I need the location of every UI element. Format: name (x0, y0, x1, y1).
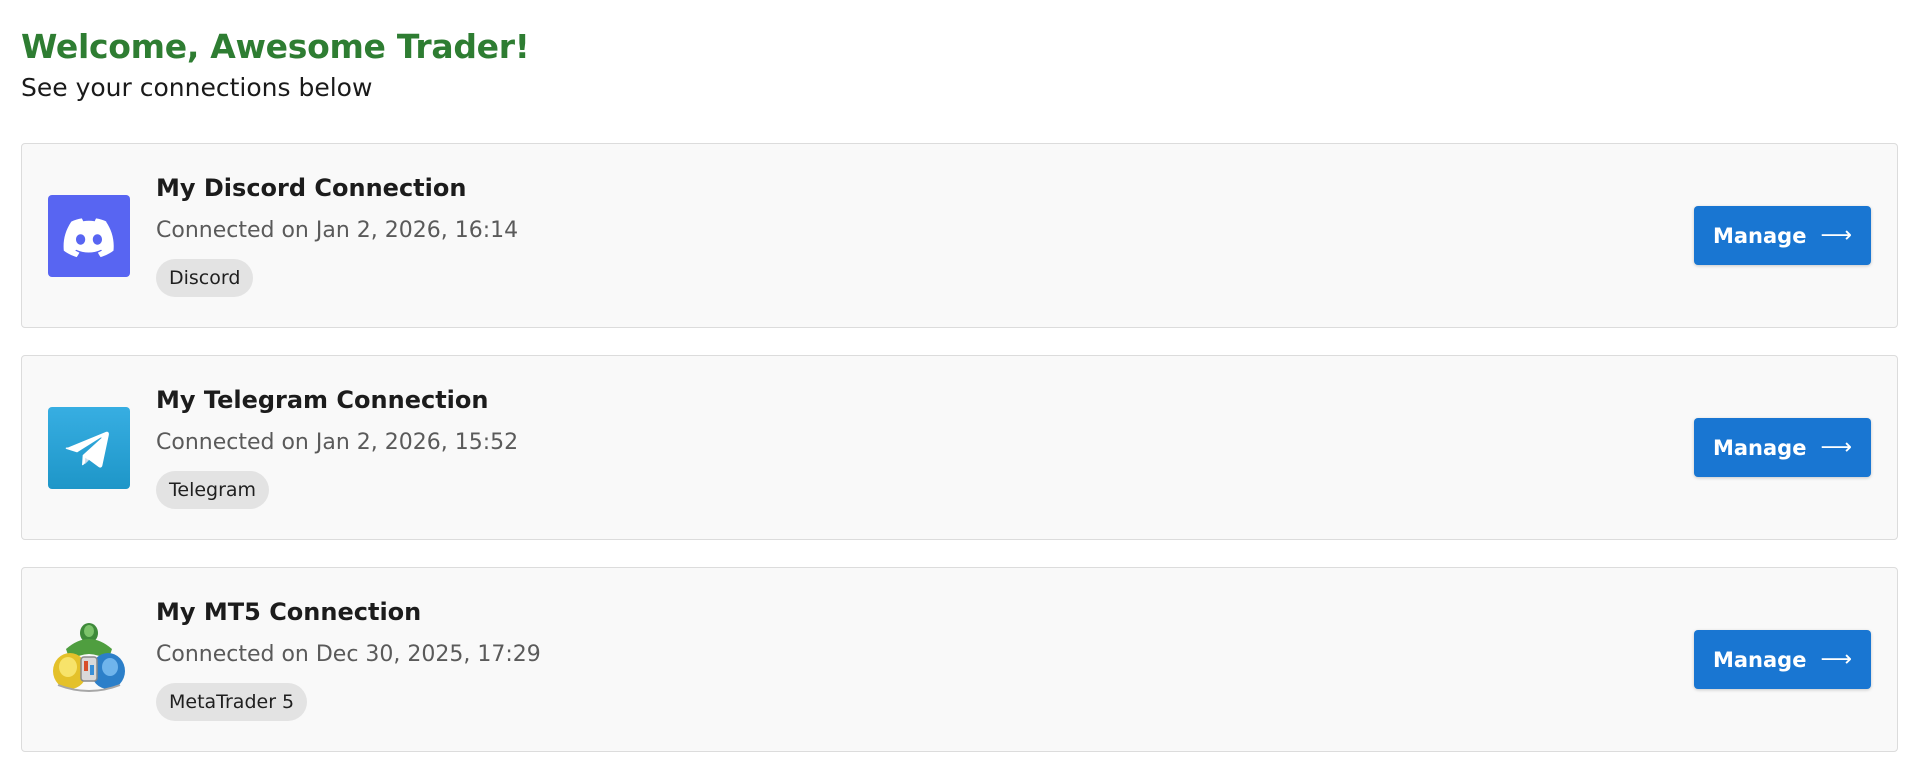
welcome-subtitle: See your connections below (21, 73, 373, 102)
connection-type-badge: MetaTrader 5 (156, 683, 308, 721)
connection-type-badge: Telegram (156, 471, 270, 509)
connection-card-telegram: My Telegram Connection Connected on Jan … (21, 355, 1898, 540)
connection-date: Connected on Dec 30, 2025, 17:29 (156, 642, 541, 667)
connection-type-badge: Discord (156, 259, 254, 297)
connection-title: My Telegram Connection (156, 386, 489, 414)
arrow-right-icon: ⟶ (1820, 435, 1852, 460)
welcome-title: Welcome, Awesome Trader! (21, 27, 530, 66)
manage-button-discord[interactable]: Manage ⟶ (1694, 206, 1871, 265)
connection-title: My Discord Connection (156, 174, 467, 202)
connections-page: Welcome, Awesome Trader! See your connec… (0, 0, 1920, 773)
manage-button-label: Manage (1712, 435, 1807, 460)
connection-card-mt5: My MT5 Connection Connected on Dec 30, 2… (21, 567, 1898, 752)
metatrader5-icon (48, 619, 130, 701)
arrow-right-icon: ⟶ (1820, 647, 1852, 672)
manage-button-label: Manage (1712, 223, 1807, 248)
telegram-icon (48, 407, 130, 489)
connection-date: Connected on Jan 2, 2026, 15:52 (156, 430, 519, 455)
manage-button-telegram[interactable]: Manage ⟶ (1694, 418, 1871, 477)
connection-info: My Telegram Connection Connected on Jan … (156, 382, 518, 509)
connection-info: My MT5 Connection Connected on Dec 30, 2… (156, 594, 541, 721)
manage-button-label: Manage (1712, 647, 1807, 672)
discord-icon (48, 195, 130, 277)
connection-card-discord: My Discord Connection Connected on Jan 2… (21, 143, 1898, 328)
connections-list: My Discord Connection Connected on Jan 2… (21, 143, 1899, 752)
connection-date: Connected on Jan 2, 2026, 16:14 (156, 218, 519, 243)
connection-title: My MT5 Connection (156, 598, 422, 626)
manage-button-mt5[interactable]: Manage ⟶ (1694, 630, 1871, 689)
arrow-right-icon: ⟶ (1820, 223, 1852, 248)
connection-info: My Discord Connection Connected on Jan 2… (156, 170, 518, 297)
